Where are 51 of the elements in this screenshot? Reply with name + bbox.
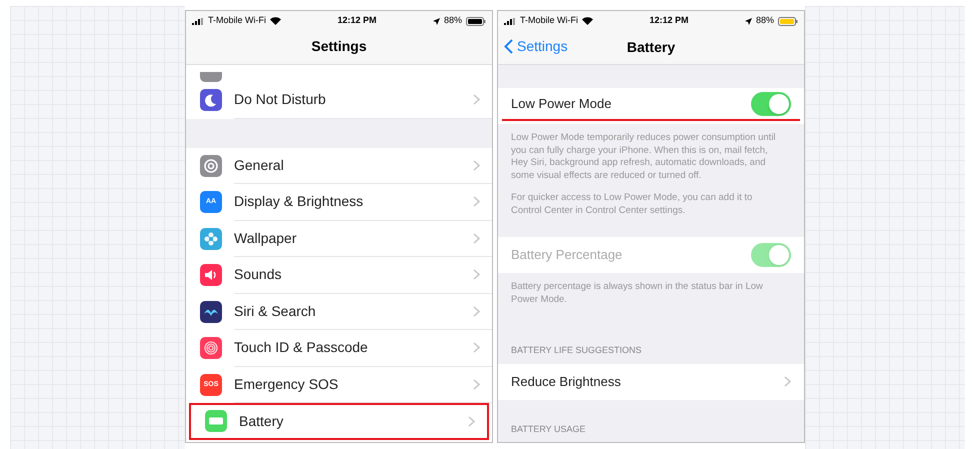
chevron-icon [473,269,480,280]
carrier-name: T-Mobile Wi-Fi [208,14,266,28]
row-label: Low Power Mode [511,94,612,113]
chevron-icon [473,378,480,390]
row-label: Reduce Brightness [511,372,622,391]
section-header: BATTERY USAGE [510,422,587,436]
row-label: General [234,156,285,175]
row-label: Sounds [234,265,282,284]
row-label: Wallpaper [234,228,298,248]
settings-row[interactable]: Reduce Brightness [498,364,804,400]
footer-text: Battery percentage is always shown in the status bar in Low Power Mode. [511,281,764,306]
chevron-icon [473,232,480,244]
battery-percentage: 88% [756,14,774,28]
settings-row[interactable]: Battery [189,403,489,440]
footer-text: For quicker access to Low Power Mode, you can add it to Control Center in Control Center settings. [511,192,754,217]
row-label: Touch ID & Passcode [234,338,369,358]
status-time: 12:12 PM [649,14,688,28]
battery-percentage: 88% [444,14,462,28]
settings-row[interactable]: Wallpaper [186,220,492,257]
settings-row[interactable]: Siri & Search [186,294,492,330]
signal-icon [192,18,204,24]
settings-row[interactable]: General [186,148,492,184]
screen-title: Settings [310,37,368,56]
row-label: Display & Brightness [234,192,364,212]
row-label: Battery Percentage [511,246,624,264]
signal-icon [504,18,516,24]
location-icon [744,18,752,24]
settings-row[interactable]: Touch ID & Passcode [186,330,492,366]
chevron-icon [784,376,791,387]
location-icon [432,18,440,24]
wifi-icon [270,17,281,25]
chevron-icon [473,160,480,171]
status-time: 12:12 PM [337,14,376,28]
chevron-icon [473,306,480,317]
chevron-icon [473,94,480,106]
settings-row[interactable]: Sounds [186,257,492,294]
section-header: BATTERY LIFE SUGGESTIONS [510,344,643,357]
row-label: Siri & Search [234,302,317,321]
back-chevron-icon [504,39,513,54]
screen-title: Battery [626,38,676,57]
row-label: Emergency SOS [234,374,340,394]
chevron-icon [473,342,480,354]
chevron-icon [468,416,475,427]
settings-row[interactable]: Do Not Disturb [186,82,492,118]
row-label: Do Not Disturb [234,90,327,110]
chevron-icon [473,196,480,208]
carrier-name: T-Mobile Wi-Fi [520,14,578,28]
toggle-switch[interactable] [751,92,791,116]
row-label: Battery [239,412,284,431]
footer-text: Low Power Mode temporarily reduces power consumption until you can fully charge your iPhone. When this is on, mail fetch, Hey Siri, background app refresh, automatic downloads, and some visual effects are reduced or turned off. [511,132,777,182]
wifi-icon [582,17,593,25]
